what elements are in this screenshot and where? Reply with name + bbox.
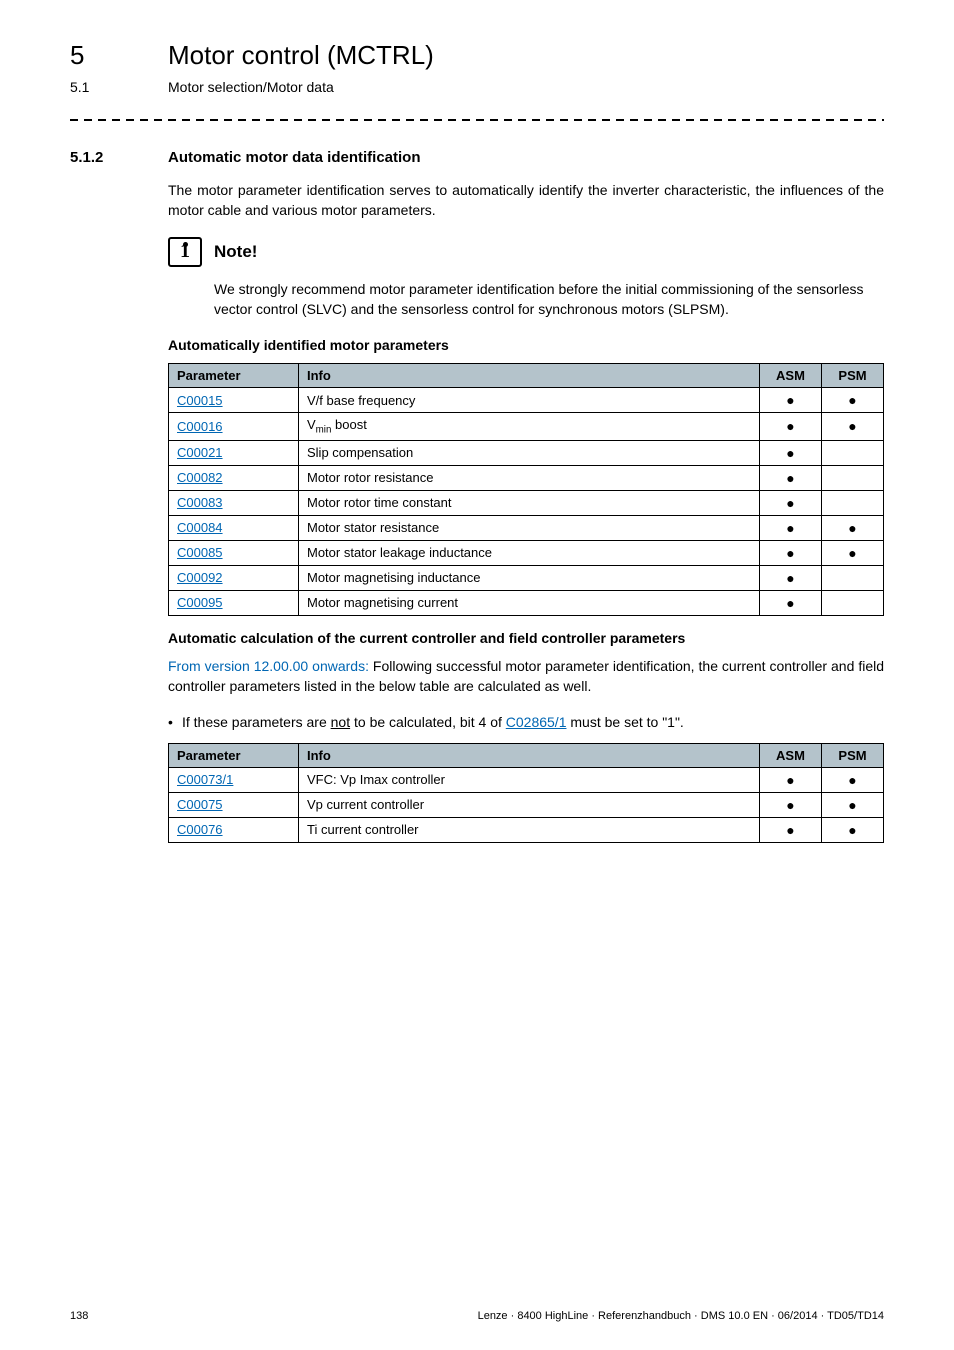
psm-cell: [822, 465, 884, 490]
psm-cell: ●: [822, 767, 884, 792]
asm-cell: ●: [760, 465, 822, 490]
info-cell: Motor magnetising inductance: [299, 565, 760, 590]
auto-calc-paragraph: From version 12.00.00 onwards: Following…: [168, 656, 884, 697]
info-cell: Vmin boost: [299, 413, 760, 441]
info-cell: Vp current controller: [299, 792, 760, 817]
info-cell: Motor rotor resistance: [299, 465, 760, 490]
param-link[interactable]: C00016: [177, 419, 223, 434]
auto-params-heading: Automatically identified motor parameter…: [168, 337, 884, 353]
col-info: Info: [299, 364, 760, 388]
psm-cell: [822, 565, 884, 590]
psm-cell: ●: [822, 413, 884, 441]
info-cell: Motor stator resistance: [299, 515, 760, 540]
asm-cell: ●: [760, 413, 822, 441]
param-link[interactable]: C00092: [177, 570, 223, 585]
version-prefix: From version 12.00.00 onwards:: [168, 658, 369, 674]
note-label: Note!: [214, 242, 257, 262]
table-row: C00015V/f base frequency●●: [169, 388, 884, 413]
chapter-number: 5: [70, 40, 140, 71]
col-psm: PSM: [822, 743, 884, 767]
col-info: Info: [299, 743, 760, 767]
table-row: C00075Vp current controller●●: [169, 792, 884, 817]
info-icon: 1: [168, 237, 202, 267]
psm-cell: ●: [822, 540, 884, 565]
divider: [70, 119, 884, 121]
section-number: 5.1: [70, 79, 140, 95]
auto-params-table: Parameter Info ASM PSM C00015 V/f base fr…: [168, 363, 884, 616]
col-parameter: Parameter: [169, 364, 299, 388]
asm-cell: ●: [760, 590, 822, 615]
subsection-number: 5.1.2: [70, 149, 140, 166]
asm-cell: ●: [760, 540, 822, 565]
footer-meta: Lenze · 8400 HighLine · Referenzhandbuch…: [478, 1310, 884, 1322]
table-row: C00082 Motor rotor resistance●: [169, 465, 884, 490]
psm-cell: ●: [822, 817, 884, 842]
auto-calc-heading: Automatic calculation of the current con…: [168, 630, 884, 646]
info-cell: Slip compensation: [299, 440, 760, 465]
param-link[interactable]: C00076: [177, 822, 223, 837]
subsection-title: Automatic motor data identification: [168, 149, 421, 166]
param-link[interactable]: C00084: [177, 520, 223, 535]
asm-cell: ●: [760, 767, 822, 792]
col-asm: ASM: [760, 364, 822, 388]
table-row: C00095 Motor magnetising current●: [169, 590, 884, 615]
param-link[interactable]: C00083: [177, 495, 223, 510]
table-row: C00092 Motor magnetising inductance●: [169, 565, 884, 590]
info-cell: Motor magnetising current: [299, 590, 760, 615]
note-block: 1 Note! We strongly recommend motor para…: [168, 237, 884, 320]
section-title: Motor selection/Motor data: [168, 79, 334, 95]
param-link[interactable]: C00015: [177, 393, 223, 408]
info-cell: V/f base frequency: [299, 388, 760, 413]
psm-cell: ●: [822, 792, 884, 817]
auto-calc-bullet: If these parameters are not to be calcul…: [168, 712, 884, 732]
psm-cell: ●: [822, 388, 884, 413]
asm-cell: ●: [760, 515, 822, 540]
param-link[interactable]: C00075: [177, 797, 223, 812]
asm-cell: ●: [760, 792, 822, 817]
table-row: C00016Vmin boost●●: [169, 413, 884, 441]
note-body: We strongly recommend motor parameter id…: [214, 279, 884, 320]
table-row: C00085Motor stator leakage inductance●●: [169, 540, 884, 565]
info-cell: VFC: Vp Imax controller: [299, 767, 760, 792]
auto-calc-table: Parameter Info ASM PSM C00073/1 VFC: Vp I…: [168, 743, 884, 843]
psm-cell: ●: [822, 515, 884, 540]
table-row: C00084Motor stator resistance●●: [169, 515, 884, 540]
psm-cell: [822, 590, 884, 615]
asm-cell: ●: [760, 440, 822, 465]
table-row: C00021 Slip compensation●: [169, 440, 884, 465]
chapter-title: Motor control (MCTRL): [168, 40, 434, 71]
info-cell: Ti current controller: [299, 817, 760, 842]
col-parameter: Parameter: [169, 743, 299, 767]
param-link[interactable]: C00073/1: [177, 772, 233, 787]
table-row: C00083 Motor rotor time constant●: [169, 490, 884, 515]
link-c02865-1[interactable]: C02865/1: [506, 714, 567, 730]
param-link[interactable]: C00095: [177, 595, 223, 610]
asm-cell: ●: [760, 388, 822, 413]
param-link[interactable]: C00021: [177, 445, 223, 460]
info-cell: Motor stator leakage inductance: [299, 540, 760, 565]
psm-cell: [822, 490, 884, 515]
col-asm: ASM: [760, 743, 822, 767]
info-cell: Motor rotor time constant: [299, 490, 760, 515]
table-row: C00076Ti current controller●●: [169, 817, 884, 842]
asm-cell: ●: [760, 817, 822, 842]
table-row: C00073/1VFC: Vp Imax controller●●: [169, 767, 884, 792]
intro-paragraph: The motor parameter identification serve…: [168, 180, 884, 221]
param-link[interactable]: C00082: [177, 470, 223, 485]
asm-cell: ●: [760, 565, 822, 590]
col-psm: PSM: [822, 364, 884, 388]
asm-cell: ●: [760, 490, 822, 515]
psm-cell: [822, 440, 884, 465]
page-number: 138: [70, 1310, 88, 1322]
param-link[interactable]: C00085: [177, 545, 223, 560]
